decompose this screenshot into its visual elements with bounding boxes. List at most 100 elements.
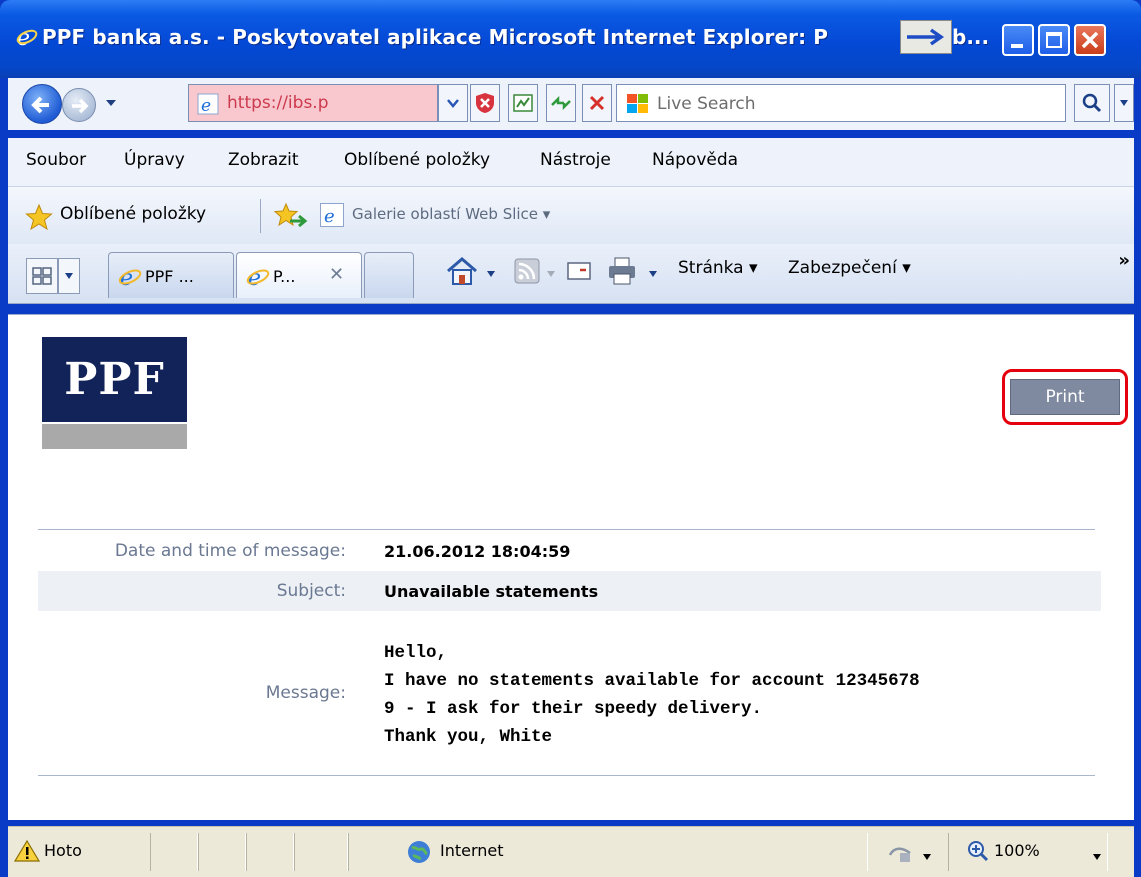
page-icon: e	[197, 93, 219, 115]
refresh-button[interactable]	[546, 84, 576, 122]
back-button[interactable]	[22, 84, 62, 124]
search-placeholder: Live Search	[657, 94, 756, 114]
window-title: PPF banka a.s. - Poskytovatel aplikace M…	[42, 25, 829, 49]
chevron-down-icon	[1120, 100, 1128, 106]
quick-tabs-icon	[32, 267, 52, 285]
status-cell	[246, 833, 294, 871]
page-menu[interactable]: Stránka ▾	[678, 258, 758, 278]
favorites-label[interactable]: Oblíbené položky	[60, 204, 206, 224]
close-tab-icon[interactable]: ✕	[329, 264, 344, 285]
address-dropdown-button[interactable]	[438, 84, 468, 122]
search-options-button[interactable]	[1114, 84, 1134, 122]
logo-text: PPF	[64, 354, 165, 405]
web-slice-gallery-link[interactable]: Galerie oblastí Web Slice ▾	[352, 205, 550, 223]
quick-tabs-button[interactable]	[26, 258, 58, 294]
shield-error-icon	[476, 93, 494, 113]
tab-list-button[interactable]	[58, 258, 80, 294]
arrow-right-icon	[900, 20, 952, 54]
chevron-down-icon	[547, 271, 555, 277]
zone-text: Internet	[440, 841, 504, 860]
mail-icon[interactable]	[566, 260, 592, 282]
stop-button[interactable]	[582, 84, 612, 122]
page-content: PPF Print Date and time of message: 21.0…	[8, 314, 1134, 820]
status-bar: Hoto Internet 100%	[8, 826, 1134, 877]
forward-button[interactable]	[62, 88, 96, 122]
menu-oblibene[interactable]: Oblíbené položky	[344, 150, 490, 170]
divider	[38, 775, 1095, 776]
svg-text:e: e	[201, 96, 211, 115]
tab-ppf-2[interactable]: e P... ✕	[236, 252, 362, 298]
chevron-down-icon[interactable]	[1092, 853, 1102, 861]
tab-label: P...	[273, 267, 296, 286]
favorites-bar: Oblíbené položky e Galerie oblastí Web S…	[8, 186, 1134, 244]
chevron-down-icon	[65, 273, 73, 279]
subject-label: Subject:	[276, 581, 346, 601]
browser-window: e PPF banka a.s. - Poskytovatel aplikace…	[0, 0, 1141, 877]
printer-icon[interactable]	[606, 256, 638, 286]
status-cell	[198, 833, 246, 871]
zoom-icon[interactable]	[966, 839, 990, 863]
title-bar: e PPF banka a.s. - Poskytovatel aplikace…	[0, 0, 1141, 78]
refresh-icon	[551, 95, 571, 111]
status-cell	[294, 833, 348, 871]
address-input[interactable]: e https://ibs.p	[188, 84, 438, 122]
add-favorites-icon[interactable]	[272, 201, 308, 231]
close-button[interactable]	[1074, 24, 1106, 56]
web-slice-ie-icon: e	[320, 203, 344, 227]
window-title-suffix: b...	[952, 25, 990, 49]
chevron-down-icon[interactable]	[648, 270, 658, 278]
compatibility-view-button[interactable]	[508, 84, 538, 122]
ie-tab-icon: e	[118, 266, 142, 289]
separator	[260, 199, 261, 233]
menu-nastroje[interactable]: Nástroje	[540, 150, 611, 170]
new-tab-button[interactable]	[364, 252, 414, 298]
globe-icon	[408, 841, 430, 863]
search-icon	[1082, 93, 1102, 113]
menu-upravy[interactable]: Úpravy	[124, 150, 185, 170]
svg-text:e: e	[324, 206, 335, 226]
chevron-down-icon[interactable]	[922, 853, 932, 861]
certificate-error-button[interactable]	[470, 84, 500, 122]
tab-ppf-1[interactable]: e PPF ...	[108, 252, 234, 298]
search-button[interactable]	[1074, 84, 1110, 122]
back-arrow-icon	[31, 96, 49, 114]
divider	[38, 529, 1095, 530]
menu-bar: Soubor Úpravy Zobrazit Oblíbené položky …	[8, 138, 1134, 186]
compatibility-icon	[513, 94, 533, 112]
stop-icon	[589, 95, 605, 111]
home-icon[interactable]	[444, 254, 480, 288]
menu-zobrazit[interactable]: Zobrazit	[228, 150, 299, 170]
menu-napoveda[interactable]: Nápověda	[652, 150, 738, 170]
message-label: Message:	[265, 683, 346, 703]
zoom-level[interactable]: 100%	[994, 841, 1040, 860]
forward-arrow-icon	[72, 98, 89, 114]
security-menu[interactable]: Zabezpečení ▾	[788, 258, 911, 278]
minimize-button[interactable]	[1002, 24, 1034, 56]
menu-soubor[interactable]: Soubor	[26, 150, 86, 170]
date-value: 21.06.2012 18:04:59	[384, 542, 571, 561]
subject-value: Unavailable statements	[384, 582, 599, 601]
ie-tab-icon: e	[246, 266, 270, 289]
rss-feed-icon[interactable]	[514, 258, 540, 284]
search-input[interactable]: Live Search	[616, 84, 1066, 122]
favorites-star-icon[interactable]	[24, 203, 54, 231]
print-button[interactable]: Print	[1010, 379, 1120, 415]
address-bar: e https://ibs.p Live Search	[8, 78, 1134, 130]
chevron-down-icon[interactable]	[486, 270, 496, 278]
tab-bar: e PPF ... e P... ✕ Stránka ▾ Zabezpečení…	[8, 244, 1134, 304]
message-body: Hello, I have no statements available fo…	[384, 643, 920, 747]
ie-logo-icon: e	[16, 26, 38, 48]
chevron-down-icon	[447, 99, 459, 108]
protected-mode-icon[interactable]	[888, 841, 914, 865]
status-cell	[150, 833, 198, 871]
status-text: Hoto	[44, 841, 82, 860]
live-search-icon	[627, 94, 648, 113]
chevron-down-icon[interactable]	[104, 98, 118, 108]
ppf-logo: PPF	[42, 337, 187, 449]
tab-label: PPF ...	[145, 267, 194, 286]
warning-icon[interactable]	[14, 839, 40, 863]
address-url: https://ibs.p	[227, 93, 329, 113]
more-commands-icon[interactable]: »	[1118, 250, 1130, 271]
maximize-button[interactable]	[1038, 24, 1070, 56]
date-label: Date and time of message:	[114, 541, 346, 561]
